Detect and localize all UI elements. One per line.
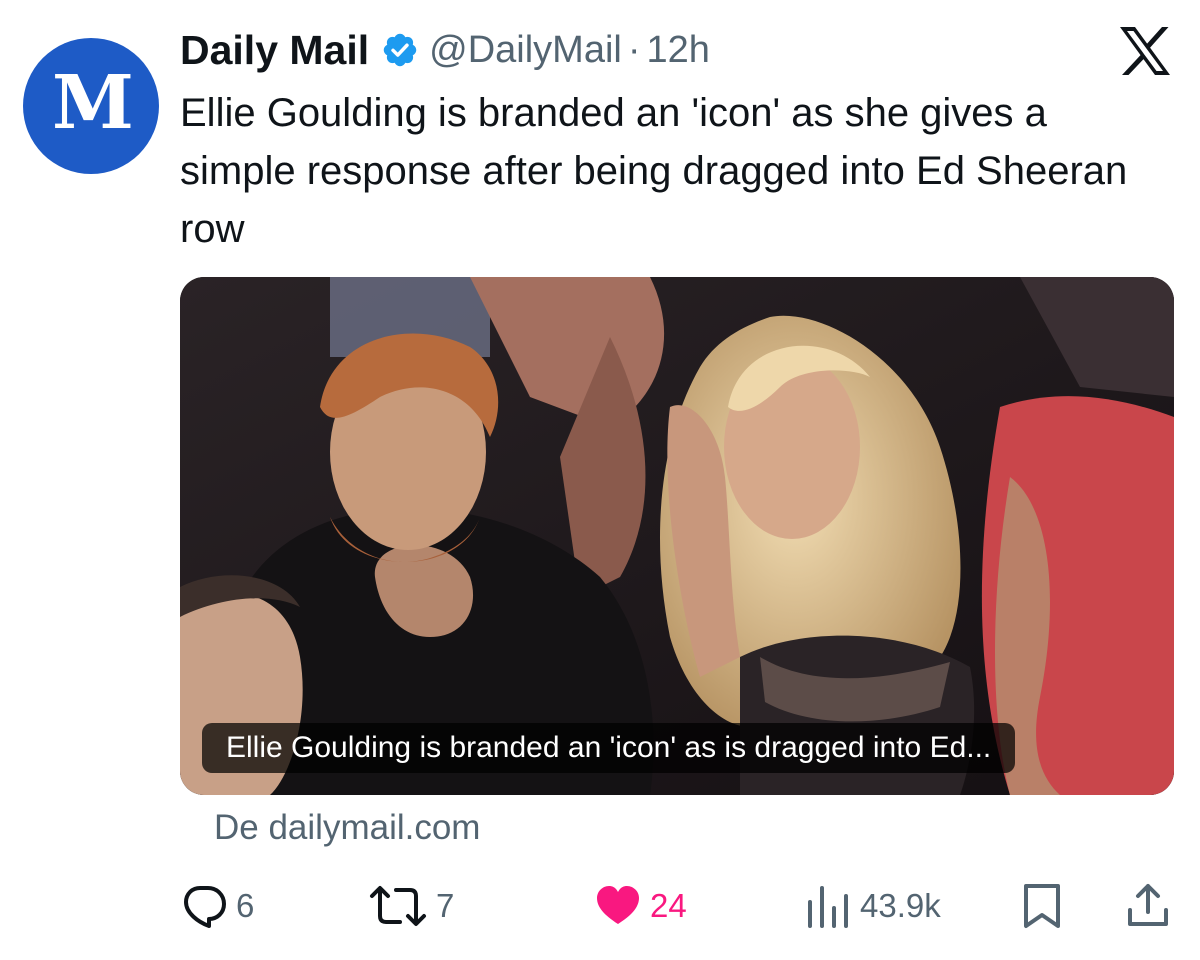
card-caption: Ellie Goulding is branded an 'icon' as i… [202,723,1016,773]
like-count: 24 [650,887,687,924]
handle[interactable]: @DailyMail [429,29,622,72]
verified-badge-icon [383,33,417,67]
share-icon [1128,884,1168,926]
avatar-letter: M [52,60,134,146]
display-name[interactable]: Daily Mail [180,27,369,74]
views-icon [808,886,848,928]
views-button[interactable]: 43.9k [804,880,941,932]
like-button[interactable]: 24 [594,880,687,932]
tweet-text: Ellie Goulding is branded an 'icon' as s… [180,91,1128,251]
action-bar: 6 7 24 43.9k [0,880,1200,932]
x-logo-icon [1120,27,1170,75]
tweet-header: Daily Mail @DailyMail · 12h [180,22,710,78]
repost-icon [370,886,426,926]
separator-dot: · [627,28,641,71]
article-photo [180,277,1174,795]
reply-count: 6 [236,887,255,924]
share-button[interactable] [1124,880,1172,932]
heart-icon [597,886,639,924]
repost-button[interactable]: 7 [368,880,454,932]
bookmark-button[interactable] [1020,880,1064,932]
repost-count: 7 [436,887,455,924]
card-source[interactable]: De dailymail.com [214,808,480,848]
timestamp[interactable]: 12h [647,29,710,72]
reply-icon [184,886,226,928]
bookmark-icon [1024,884,1060,928]
avatar[interactable]: M [23,38,159,174]
link-card[interactable]: Ellie Goulding is branded an 'icon' as i… [180,277,1174,795]
reply-button[interactable]: 6 [180,880,254,932]
view-count: 43.9k [860,887,941,924]
